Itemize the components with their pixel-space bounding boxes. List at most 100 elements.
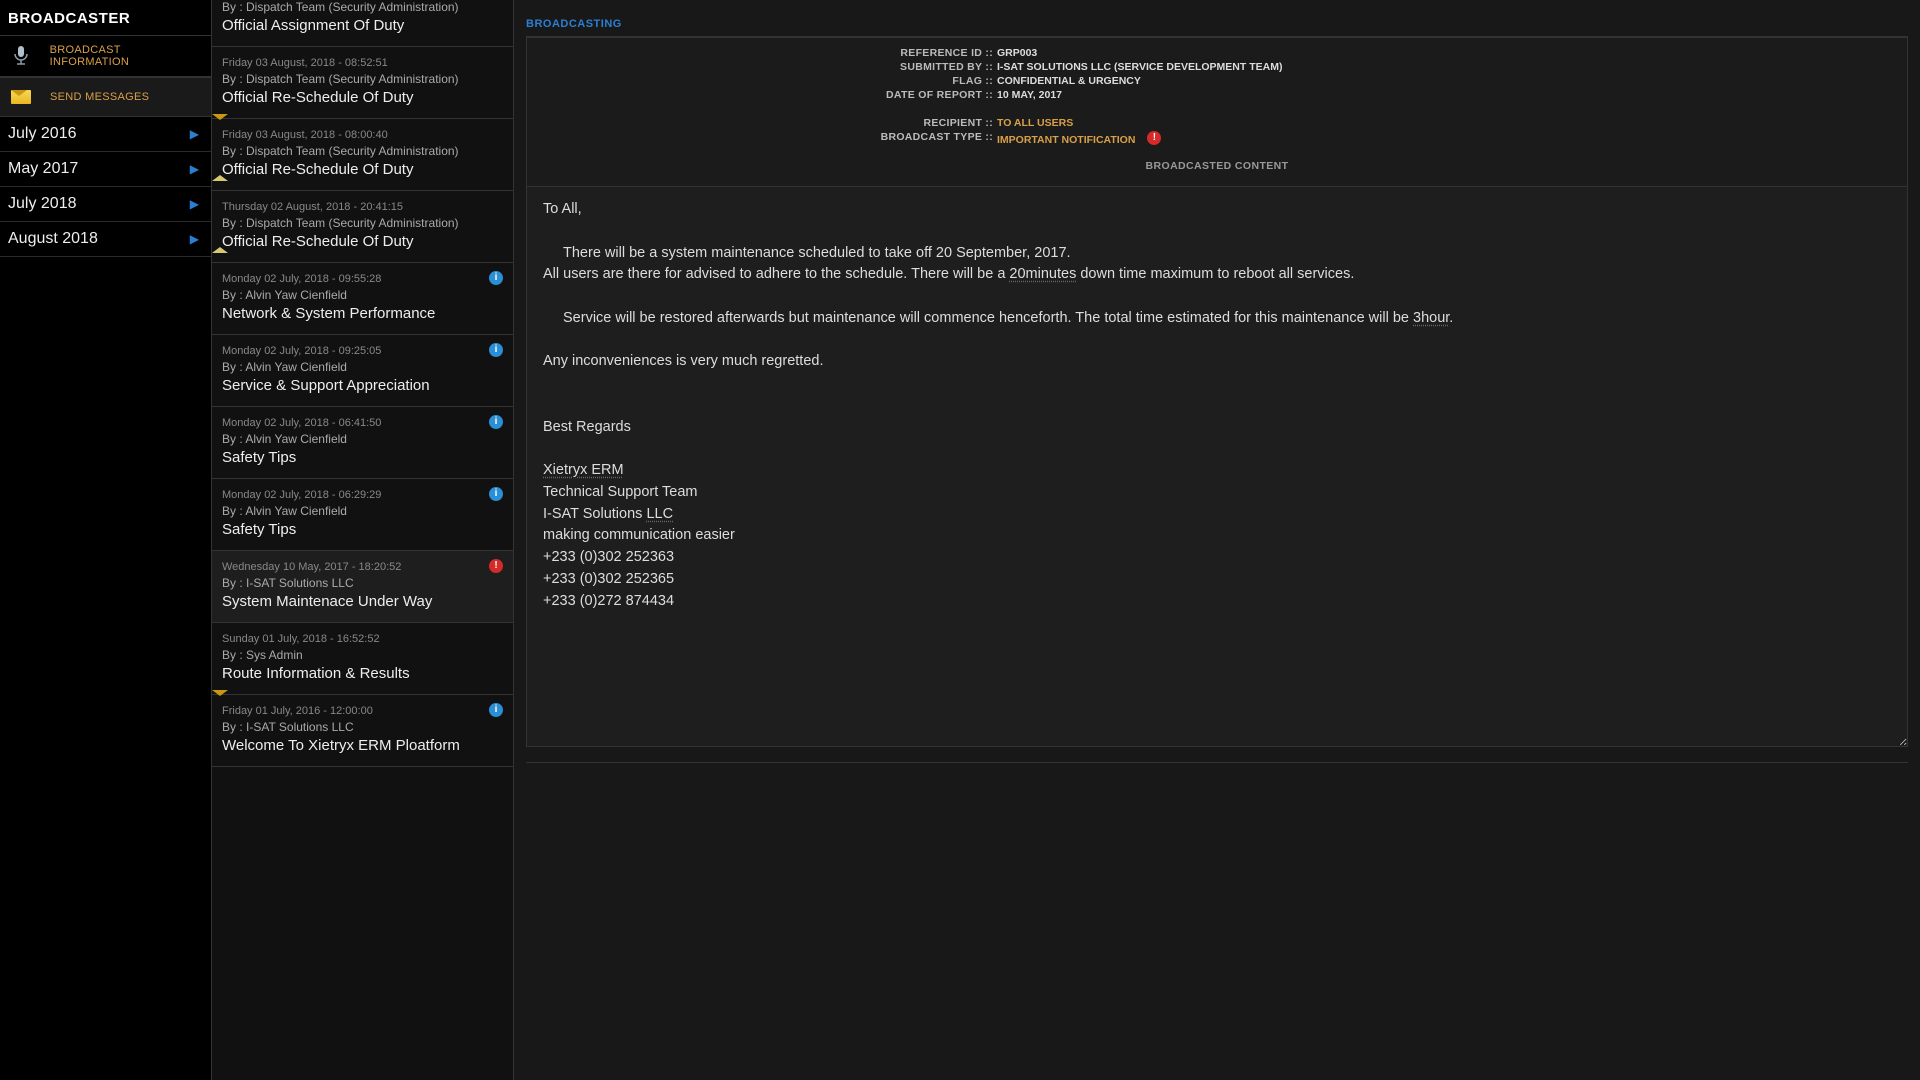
message-title: Welcome To Xietryx ERM Ploatform (222, 737, 503, 754)
content-sig6: +233 (0)302 252363 (543, 549, 674, 565)
message-by: By : Dispatch Team (Security Administrat… (222, 144, 503, 158)
message-title: Network & System Performance (222, 305, 503, 322)
play-icon: ▶ (190, 127, 199, 141)
message-title: Service & Support Appreciation (222, 377, 503, 394)
content-p2-ul: 3hour (1413, 310, 1449, 326)
message-by: By : Alvin Yaw Cienfield (222, 504, 503, 518)
nav-label: SEND MESSAGES (50, 91, 149, 103)
play-icon: ▶ (190, 197, 199, 211)
content-sig2b: ERM (591, 462, 623, 478)
message-by: By : Sys Admin (222, 648, 503, 662)
message-by: By : I-SAT Solutions LLC (222, 720, 503, 734)
month-august-2018[interactable]: August 2018 ▶ (0, 222, 211, 257)
message-date: Friday 03 August, 2018 - 08:00:40 (222, 129, 503, 141)
content-greeting: To All, (543, 201, 582, 217)
content-sig2a: Xietryx (543, 462, 591, 478)
message-title: Official Re-Schedule Of Duty (222, 89, 503, 106)
message-item[interactable]: Thursday 02 August, 2018 - 20:41:15 By : … (212, 191, 513, 263)
message-title: Official Re-Schedule Of Duty (222, 233, 503, 250)
content-sig4b: LLC (646, 506, 673, 522)
detail-panel: BROADCASTING REFERENCE ID :: GRP003 SUBM… (514, 0, 1920, 1080)
message-date: Thursday 02 August, 2018 - 20:41:15 (222, 201, 503, 213)
content-p1b-pre: All users are there for advised to adher… (543, 266, 1009, 282)
message-date: Monday 02 July, 2018 - 09:55:28 (222, 273, 503, 285)
message-by: By : Dispatch Team (Security Administrat… (222, 72, 503, 86)
message-item[interactable]: Monday 02 July, 2018 - 09:25:05By : Alvi… (212, 335, 513, 407)
message-date: Wednesday 10 May, 2017 - 18:20:52 (222, 561, 503, 573)
month-july-2018[interactable]: July 2018 ▶ (0, 187, 211, 222)
content-sig5: making communication easier (543, 527, 735, 543)
broadcast-content[interactable]: To All, There will be a system maintenan… (526, 187, 1908, 747)
content-p2-pre: Service will be restored afterwards but … (563, 310, 1413, 326)
important-icon: ! (1147, 131, 1161, 145)
meta-value-reference-id: GRP003 (997, 47, 1037, 59)
message-date: Monday 02 July, 2018 - 06:41:50 (222, 417, 503, 429)
content-p1a: There will be a system maintenance sched… (563, 245, 1071, 261)
message-title: Safety Tips (222, 521, 503, 538)
message-by: By : Alvin Yaw Cienfield (222, 360, 503, 374)
message-title: System Maintenace Under Way (222, 593, 503, 610)
meta-value-broadcast-type: IMPORTANT NOTIFICATION (997, 134, 1135, 146)
section-header-broadcasting: BROADCASTING (526, 0, 1908, 37)
message-title: Route Information & Results (222, 665, 503, 682)
meta-value-flag: CONFIDENTIAL & URGENCY (997, 75, 1141, 87)
envelope-icon (10, 86, 32, 108)
info-icon: i (489, 343, 503, 357)
broadcasted-content-label: BROADCASTED CONTENT (527, 146, 1907, 172)
message-item[interactable]: Monday 02 July, 2018 - 09:55:28By : Alvi… (212, 263, 513, 335)
nav-send-messages[interactable]: SEND MESSAGES (0, 77, 211, 117)
content-sig1: Best Regards (543, 419, 631, 435)
content-sig3: Technical Support Team (543, 484, 698, 500)
content-p1b-ul: 20minutes (1009, 266, 1076, 282)
meta-label-recipient: RECIPIENT :: (527, 117, 997, 129)
nav-label: BROADCAST INFORMATION (50, 44, 201, 68)
content-sig4a: I-SAT Solutions (543, 506, 646, 522)
message-item[interactable]: Wednesday 10 May, 2017 - 18:20:52By : I-… (212, 551, 513, 623)
play-icon: ▶ (190, 162, 199, 176)
info-icon: i (489, 271, 503, 285)
message-list-panel: By : Dispatch Team (Security Administrat… (212, 0, 514, 1080)
month-label: July 2018 (8, 195, 77, 213)
message-date: Friday 01 July, 2016 - 12:00:00 (222, 705, 503, 717)
info-icon: i (489, 415, 503, 429)
month-july-2016[interactable]: July 2016 ▶ (0, 117, 211, 152)
message-item[interactable]: By : Dispatch Team (Security Administrat… (212, 0, 513, 47)
meta-label-reference-id: REFERENCE ID :: (527, 47, 997, 59)
month-label: July 2016 (8, 125, 77, 143)
message-item[interactable]: Friday 01 July, 2016 - 12:00:00 By : I-SA… (212, 695, 513, 767)
message-by: By : Dispatch Team (Security Administrat… (222, 0, 503, 14)
meta-label-flag: FLAG :: (527, 75, 997, 87)
message-by: By : Dispatch Team (Security Administrat… (222, 216, 503, 230)
microphone-icon (10, 45, 32, 67)
app-title: BROADCASTER (0, 0, 211, 35)
nav-broadcast-information[interactable]: BROADCAST INFORMATION (0, 35, 211, 77)
meta-label-broadcast-type: BROADCAST TYPE :: (527, 131, 997, 145)
message-date: Friday 03 August, 2018 - 08:52:51 (222, 57, 503, 69)
info-icon: i (489, 703, 503, 717)
content-sig8: +233 (0)272 874434 (543, 593, 674, 609)
month-may-2017[interactable]: May 2017 ▶ (0, 152, 211, 187)
play-icon: ▶ (190, 232, 199, 246)
message-title: Official Re-Schedule Of Duty (222, 161, 503, 178)
meta-value-recipient: TO ALL USERS (997, 117, 1073, 129)
meta-value-date-of-report: 10 MAY, 2017 (997, 89, 1062, 101)
content-sig7: +233 (0)302 252365 (543, 571, 674, 587)
message-title: Official Assignment Of Duty (222, 17, 503, 34)
meta-label-submitted-by: SUBMITTED BY :: (527, 61, 997, 73)
message-item[interactable]: Friday 03 August, 2018 - 08:52:51 By : Di… (212, 47, 513, 119)
message-date: Sunday 01 July, 2018 - 16:52:52 (222, 633, 503, 645)
important-icon: ! (489, 559, 503, 573)
message-title: Safety Tips (222, 449, 503, 466)
month-label: August 2018 (8, 230, 98, 248)
detail-meta-block: REFERENCE ID :: GRP003 SUBMITTED BY :: I… (526, 37, 1908, 187)
content-p3: Any inconveniences is very much regrette… (543, 353, 823, 369)
message-list[interactable]: By : Dispatch Team (Security Administrat… (212, 0, 513, 1080)
month-label: May 2017 (8, 160, 78, 178)
message-date: Monday 02 July, 2018 - 06:29:29 (222, 489, 503, 501)
message-item[interactable]: Friday 03 August, 2018 - 08:00:40 By : Di… (212, 119, 513, 191)
message-item[interactable]: Monday 02 July, 2018 - 06:41:50By : Alvi… (212, 407, 513, 479)
message-item[interactable]: Sunday 01 July, 2018 - 16:52:52 By : Sys … (212, 623, 513, 695)
info-icon: i (489, 487, 503, 501)
message-item[interactable]: Monday 02 July, 2018 - 06:29:29 By : Alvi… (212, 479, 513, 551)
content-p2-post: . (1449, 310, 1453, 326)
